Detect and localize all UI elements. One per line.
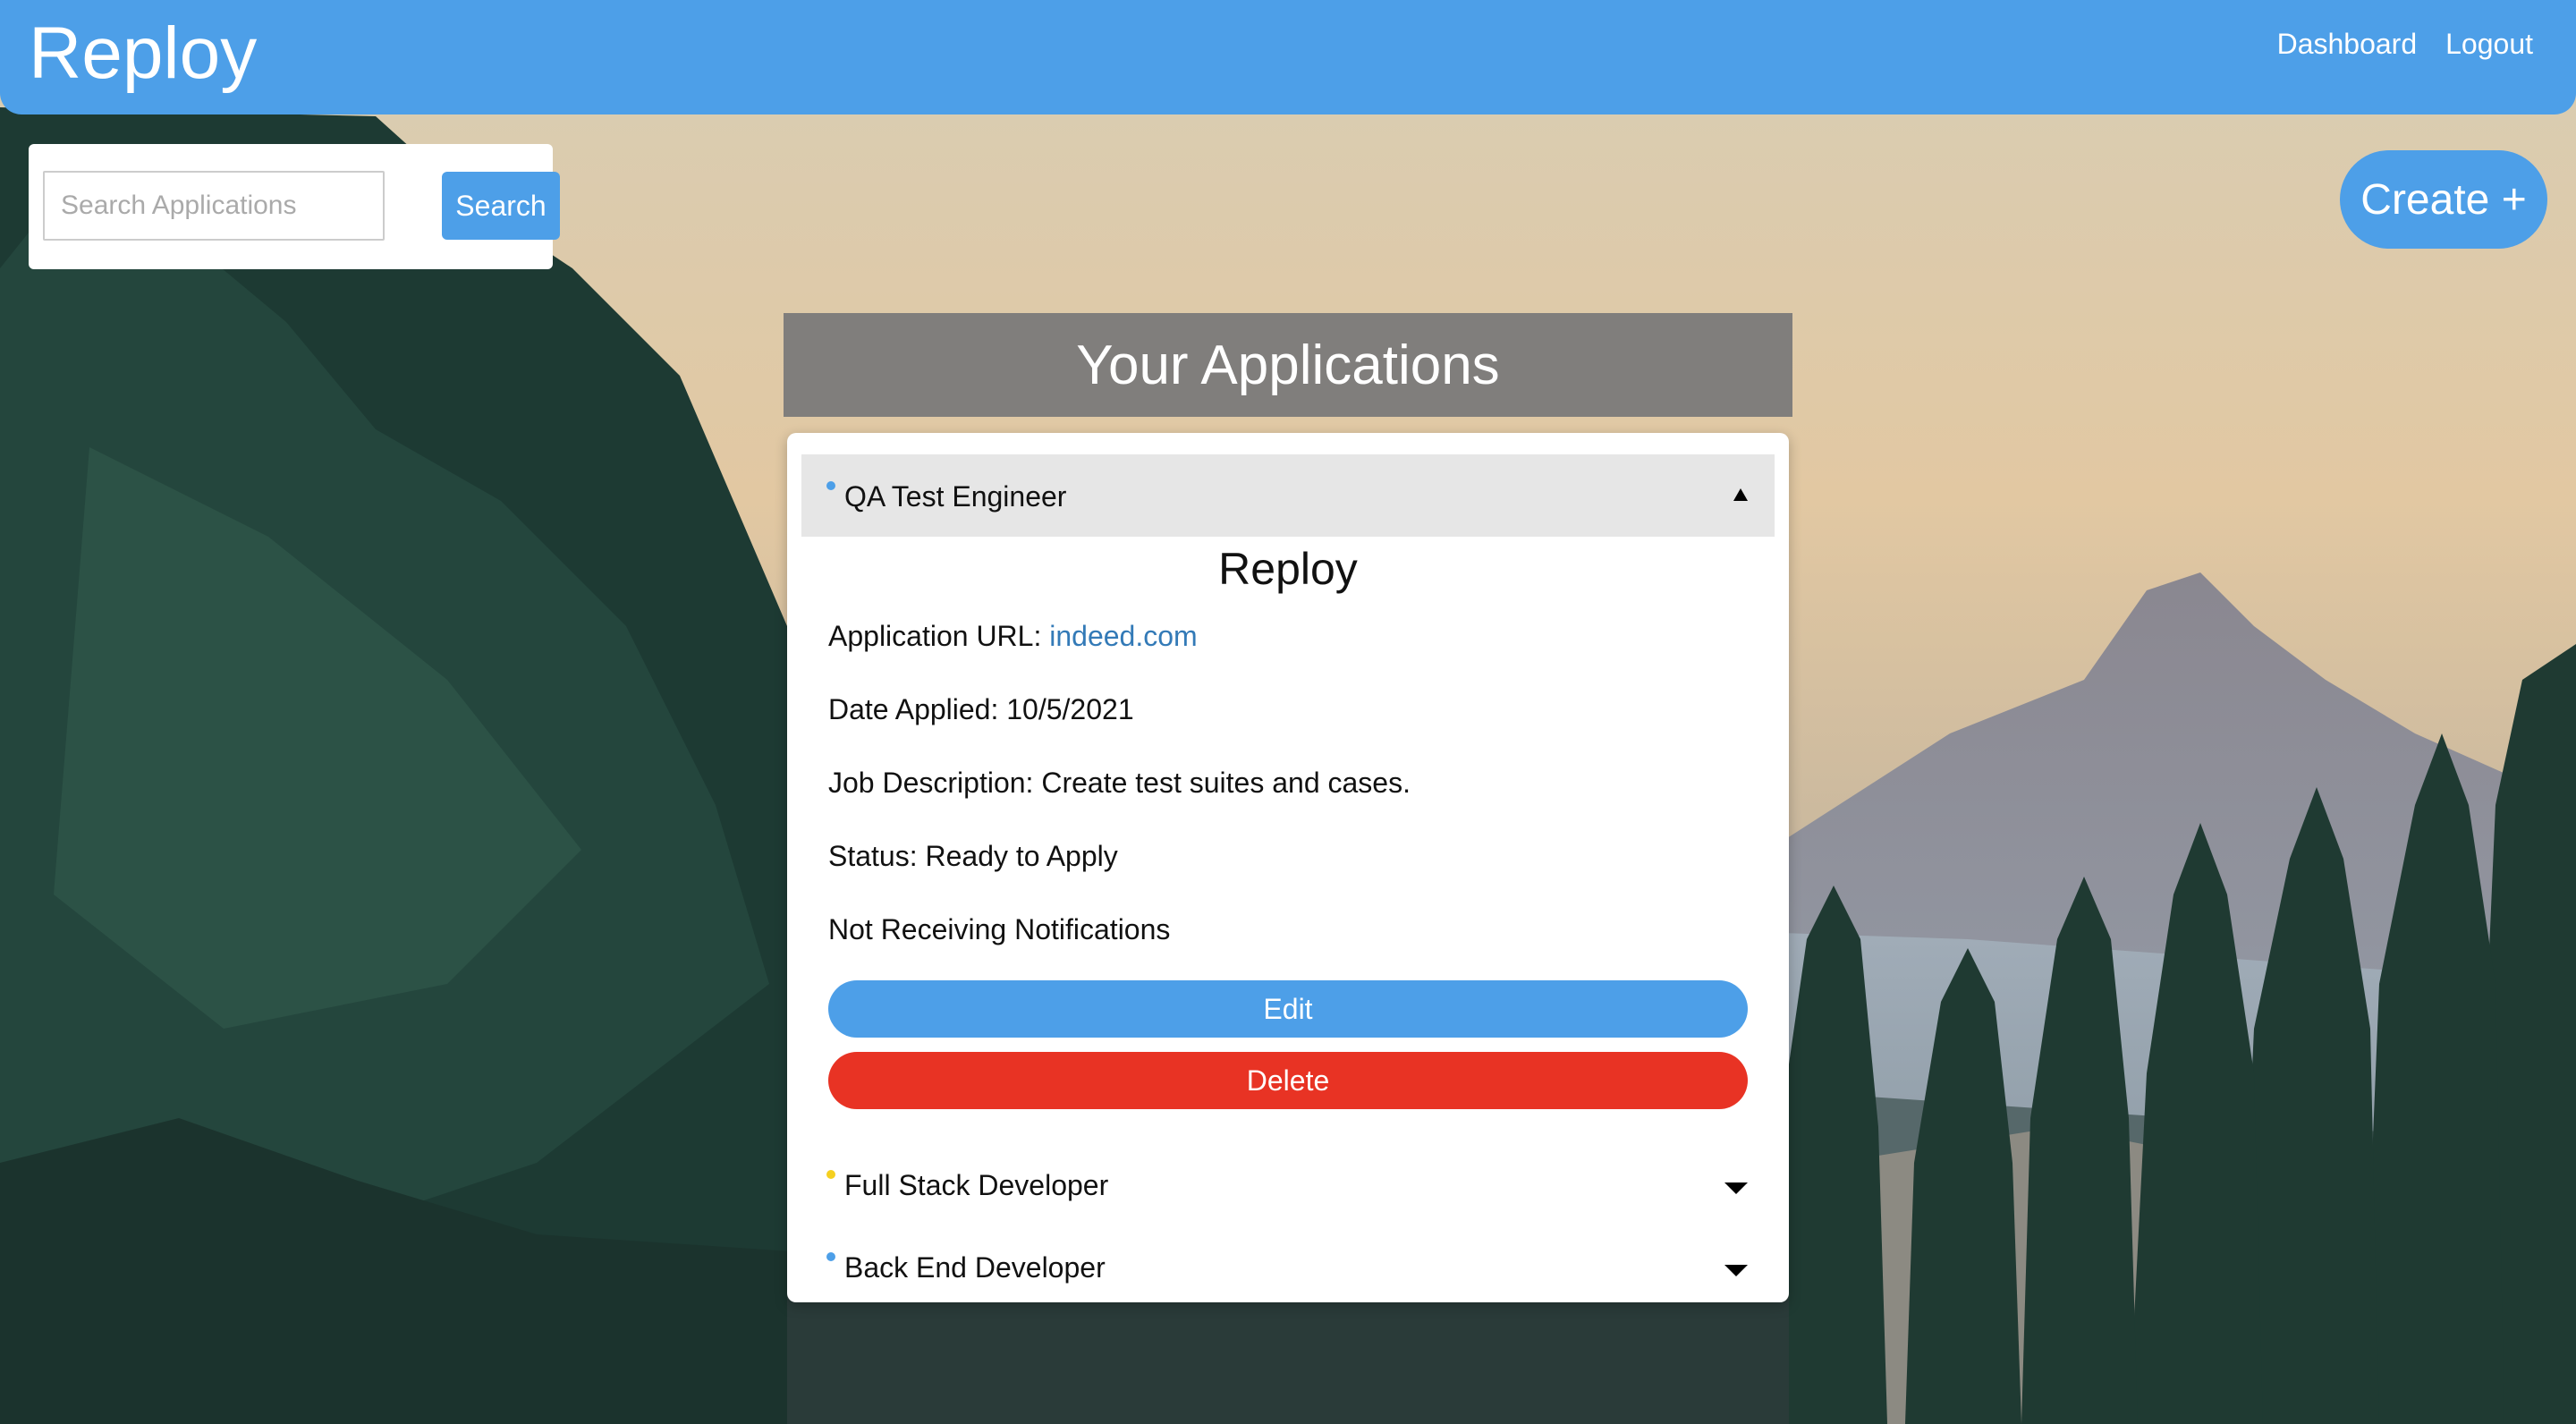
application-url-label: Application URL: xyxy=(828,620,1050,652)
page-title: Your Applications xyxy=(1076,334,1500,396)
top-navbar: Reploy Dashboard Logout xyxy=(0,0,2576,114)
caret-down-icon xyxy=(1724,1265,1748,1276)
application-url-row: Application URL: indeed.com xyxy=(828,615,1198,657)
create-application-button[interactable]: Create + xyxy=(2340,150,2547,249)
accordion-header-qa-test-engineer[interactable]: QA Test Engineer xyxy=(801,454,1775,537)
status-dot xyxy=(826,1170,835,1179)
applications-title-bar: Your Applications xyxy=(784,313,1792,417)
accordion-title: Full Stack Developer xyxy=(844,1169,1109,1201)
accordion-header-full-stack-developer[interactable]: Full Stack Developer xyxy=(801,1143,1775,1225)
notifications-status: Not Receiving Notifications xyxy=(828,913,1171,945)
date-applied: Date Applied: 10/5/2021 xyxy=(828,693,1134,725)
job-description: Job Description: Create test suites and … xyxy=(828,767,1411,799)
caret-up-icon xyxy=(1733,488,1748,501)
applications-accordion: QA Test Engineer Reploy Application URL:… xyxy=(787,433,1789,1302)
nav-links: Dashboard Logout xyxy=(2277,23,2533,64)
status-dot xyxy=(826,481,835,490)
accordion-title: Back End Developer xyxy=(844,1251,1106,1284)
status-dot xyxy=(826,1252,835,1261)
company-name: Reploy xyxy=(1218,544,1358,594)
delete-button[interactable]: Delete xyxy=(828,1052,1748,1109)
search-input[interactable] xyxy=(43,171,385,241)
edit-button[interactable]: Edit xyxy=(828,980,1748,1038)
search-button[interactable]: Search xyxy=(442,172,560,240)
caret-down-icon xyxy=(1724,1182,1748,1194)
accordion-header-back-end-developer[interactable]: Back End Developer xyxy=(801,1225,1775,1308)
brand-logo[interactable]: Reploy xyxy=(29,9,257,98)
nav-dashboard-link[interactable]: Dashboard xyxy=(2277,23,2418,64)
accordion-title: QA Test Engineer xyxy=(844,480,1067,513)
nav-logout-link[interactable]: Logout xyxy=(2445,23,2533,64)
application-status: Status: Ready to Apply xyxy=(828,840,1118,872)
application-url-link[interactable]: indeed.com xyxy=(1049,620,1197,652)
search-panel: Search xyxy=(29,144,560,269)
